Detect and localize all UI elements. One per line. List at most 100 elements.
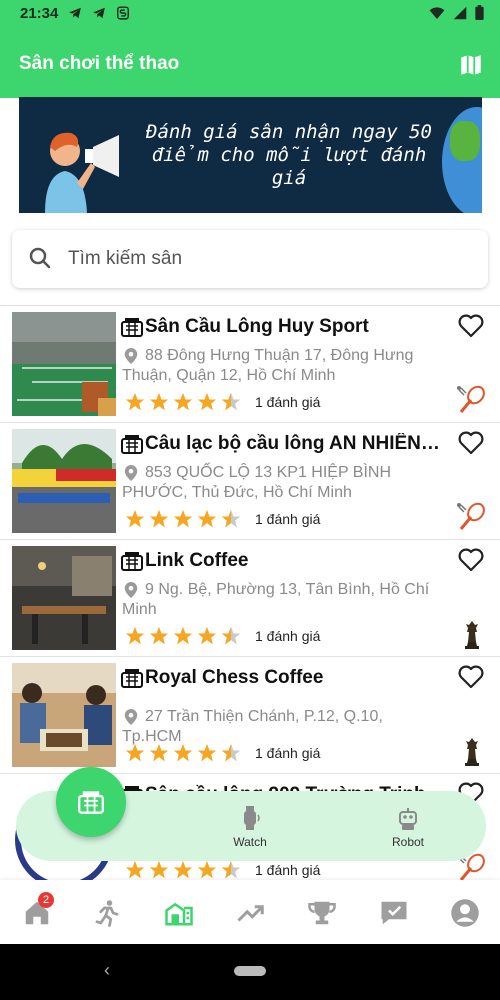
venue-type-icon — [121, 552, 143, 571]
venue-thumbnail — [12, 546, 116, 650]
star-icon — [149, 743, 169, 762]
status-time: 21:34 — [20, 5, 59, 22]
star-half-icon — [221, 392, 241, 411]
badminton-icon — [457, 502, 485, 530]
robot-label: Robot — [391, 835, 425, 849]
star-icon — [173, 626, 193, 645]
star-icon — [173, 509, 193, 528]
notification-badge: 2 — [38, 892, 54, 908]
star-icon — [197, 860, 217, 879]
star-icon — [197, 626, 217, 645]
star-icon — [149, 860, 169, 879]
favorite-heart-icon[interactable] — [458, 431, 484, 455]
watch-button[interactable]: Watch — [200, 805, 300, 849]
rating-count: 1 đánh giá — [255, 394, 321, 410]
venue-row[interactable]: Sân Cầu Lông Huy Sport 88 Đông Hưng Thuậ… — [0, 306, 500, 423]
star-icon — [125, 509, 145, 528]
star-rating — [125, 860, 245, 880]
star-half-icon — [221, 626, 241, 645]
star-half-icon — [221, 860, 241, 879]
rating-count: 1 đánh giá — [255, 511, 321, 527]
venue-type-icon — [121, 435, 143, 454]
status-bar: 21:34 — [0, 0, 500, 30]
megaphone-person-illustration — [45, 132, 119, 213]
chess-icon — [465, 738, 479, 766]
notification-icons — [68, 6, 130, 23]
watch-icon — [244, 806, 260, 830]
venue-thumbnail — [12, 429, 116, 533]
venue-address: 9 Ng. Bệ, Phường 13, Tân Bình, Hồ Chí Mi… — [122, 581, 430, 618]
star-icon — [125, 626, 145, 645]
robot-icon — [399, 808, 417, 830]
watch-label: Watch — [233, 835, 267, 849]
venue-row[interactable]: Câu lạc bộ cầu lông AN NHIÊN SPORT 853 Q… — [0, 423, 500, 540]
trophy-icon[interactable] — [307, 898, 337, 928]
back-icon[interactable]: ‹ — [104, 960, 110, 981]
star-icon — [125, 392, 145, 411]
battery-icon — [475, 5, 484, 21]
star-rating — [125, 743, 245, 763]
star-icon — [173, 860, 193, 879]
star-icon — [149, 392, 169, 411]
map-icon — [461, 55, 481, 75]
star-icon — [173, 743, 193, 762]
venue-name[interactable]: Câu lạc bộ cầu lông AN NHIÊN SPORT — [145, 433, 445, 455]
app-s-icon — [116, 6, 129, 20]
star-half-icon — [221, 509, 241, 528]
venue-name[interactable]: Link Coffee — [145, 550, 445, 572]
venue-type-icon — [121, 669, 143, 688]
signal-icon — [453, 6, 467, 20]
star-icon — [197, 743, 217, 762]
chess-icon — [465, 621, 479, 649]
venue-icon[interactable] — [164, 898, 194, 928]
star-icon — [197, 509, 217, 528]
star-rating — [125, 392, 245, 412]
run-icon[interactable] — [92, 898, 122, 928]
venue-address: 88 Đông Hưng Thuận 17, Đông Hưng Thuận, … — [122, 347, 414, 384]
star-icon — [149, 626, 169, 645]
badminton-icon — [457, 385, 485, 413]
venue-name[interactable]: Sân Cầu Lông Huy Sport — [145, 316, 445, 338]
star-icon — [125, 860, 145, 879]
robot-button[interactable]: Robot — [358, 805, 458, 849]
account-icon[interactable] — [450, 898, 480, 928]
app-bar: Sân chơi thể thao — [0, 30, 500, 98]
venue-address: 853 QUỐC LỘ 13 KP1 HIỆP BÌNH PHƯỚC, Thủ … — [122, 464, 392, 501]
search-bar[interactable]: Tìm kiếm sân — [12, 230, 488, 288]
home-pill-icon[interactable] — [234, 966, 266, 976]
search-input[interactable]: Tìm kiếm sân — [68, 248, 182, 270]
bottom-navigation — [0, 880, 500, 944]
venue-address: 27 Trần Thiện Chánh, P.12, Q.10, Tp.HCM — [122, 708, 383, 745]
star-icon — [149, 509, 169, 528]
star-icon — [197, 392, 217, 411]
star-rating — [125, 509, 245, 529]
favorite-heart-icon[interactable] — [458, 665, 484, 689]
star-half-icon — [221, 743, 241, 762]
wifi-icon — [429, 7, 445, 19]
banner-text: Đánh giá sân nhận ngay 50 điểm cho mỗi l… — [146, 121, 432, 189]
venue-row[interactable]: Royal Chess Coffee 27 Trần Thiện Chánh, … — [0, 657, 500, 774]
search-icon — [29, 247, 51, 269]
trending-icon[interactable] — [236, 898, 266, 928]
venue-thumbnail — [12, 663, 116, 767]
venue-thumbnail — [12, 312, 116, 416]
chat-check-icon[interactable] — [379, 898, 409, 928]
star-icon — [125, 743, 145, 762]
venue-fab-button[interactable] — [56, 767, 126, 837]
map-button[interactable] — [456, 50, 486, 80]
venue-type-icon — [121, 318, 143, 337]
telegram-icon — [69, 7, 81, 19]
promo-banner[interactable]: Đánh giá sân nhận ngay 50 điểm cho mỗi l… — [19, 97, 482, 213]
favorite-heart-icon[interactable] — [458, 548, 484, 572]
venue-row[interactable]: Link Coffee 9 Ng. Bệ, Phường 13, Tân Bìn… — [0, 540, 500, 657]
rating-count: 1 đánh giá — [255, 745, 321, 761]
rating-count: 1 đánh giá — [255, 628, 321, 644]
telegram-icon — [93, 7, 105, 19]
star-rating — [125, 626, 245, 646]
venue-name[interactable]: Royal Chess Coffee — [145, 667, 445, 689]
rating-count: 1 đánh giá — [255, 862, 321, 878]
system-navigation-bar: ‹ — [0, 944, 500, 1000]
star-icon — [173, 392, 193, 411]
page-title: Sân chơi thể thao — [19, 53, 180, 74]
favorite-heart-icon[interactable] — [458, 314, 484, 338]
